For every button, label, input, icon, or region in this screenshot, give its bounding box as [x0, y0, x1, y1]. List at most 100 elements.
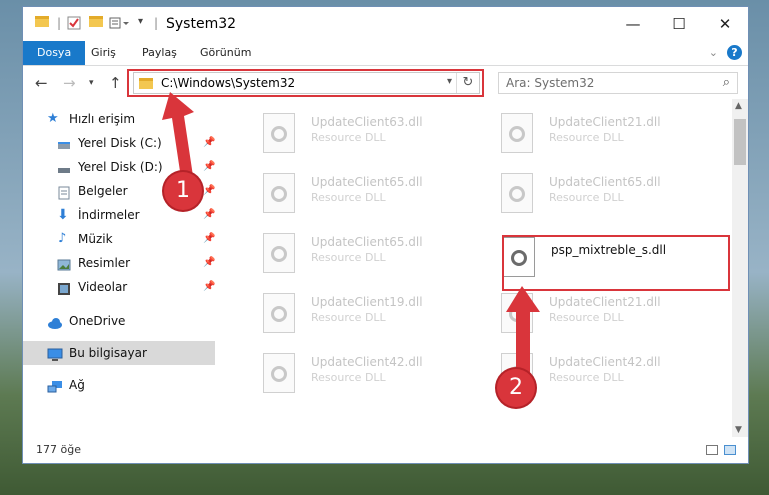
file-item[interactable]: UpdateClient21.dll Resource DLL: [481, 107, 711, 167]
music-icon: ♪: [58, 231, 67, 246]
file-name: UpdateClient21.dll: [549, 295, 661, 309]
file-type: Resource DLL: [311, 311, 386, 324]
network-icon: [47, 378, 62, 393]
search-icon[interactable]: ⌕: [723, 75, 730, 90]
search-input[interactable]: Ara: System32: [506, 76, 594, 90]
step-badge-2: 2: [497, 369, 535, 407]
nav-label: İndirmeler: [78, 208, 140, 222]
nav-label: Müzik: [78, 232, 113, 246]
file-type: Resource DLL: [311, 251, 386, 264]
dll-file-icon: [263, 233, 295, 273]
nav-label: Ağ: [69, 378, 85, 392]
nav-item-ag[interactable]: Ağ: [23, 373, 215, 397]
new-folder-icon[interactable]: [89, 16, 105, 32]
search-box[interactable]: Ara: System32 ⌕: [498, 72, 738, 94]
file-item[interactable]: UpdateClient19.dll Resource DLL: [243, 287, 473, 347]
nav-label: OneDrive: [69, 314, 126, 328]
file-name: UpdateClient65.dll: [549, 175, 661, 189]
drive-icon: [57, 160, 71, 174]
nav-item-videolar[interactable]: Videolar 📌: [23, 275, 215, 299]
file-name: UpdateClient21.dll: [549, 115, 661, 129]
status-bar: 177 öğe: [23, 437, 748, 463]
nav-label: Resimler: [78, 256, 131, 270]
pin-icon[interactable]: 📌: [203, 227, 215, 251]
scroll-thumb[interactable]: [734, 119, 746, 165]
file-type: Resource DLL: [549, 191, 624, 204]
nav-label: Hızlı erişim: [69, 112, 136, 126]
file-type: Resource DLL: [311, 131, 386, 144]
customize-toolbar-icon[interactable]: [109, 16, 129, 32]
help-icon[interactable]: ?: [727, 45, 742, 60]
nav-label: Belgeler: [78, 184, 128, 198]
navigation-bar: ← → ▾ ↑ C:\Windows\System32 ▾ ↻ Ara: Sys…: [23, 65, 748, 99]
step-badge-1: 1: [164, 172, 202, 210]
file-item[interactable]: UpdateClient42.dll Resource DLL: [243, 347, 473, 407]
dll-file-icon: [263, 113, 295, 153]
nav-item-muzik[interactable]: ♪ Müzik 📌: [23, 227, 215, 251]
nav-label: Yerel Disk (C:): [78, 136, 162, 150]
vertical-scrollbar[interactable]: ▲ ▼: [732, 99, 748, 437]
cloud-icon: [47, 314, 62, 329]
properties-icon[interactable]: [67, 16, 83, 32]
tab-gorunum[interactable]: Görünüm: [200, 41, 251, 65]
dll-file-icon: [263, 353, 295, 393]
file-type: Resource DLL: [311, 371, 386, 384]
title-bar: | ▾ | System32 — ☐ ✕: [23, 7, 748, 41]
dll-file-icon: [501, 173, 533, 213]
window-title: System32: [166, 16, 237, 32]
file-type: Resource DLL: [311, 191, 386, 204]
file-item[interactable]: UpdateClient63.dll Resource DLL: [243, 107, 473, 167]
tab-paylas[interactable]: Paylaş: [142, 41, 177, 65]
file-name: UpdateClient42.dll: [311, 355, 423, 369]
nav-item-resimler[interactable]: Resimler 📌: [23, 251, 215, 275]
tab-dosya[interactable]: Dosya: [23, 41, 86, 65]
file-item[interactable]: UpdateClient65.dll Resource DLL: [243, 227, 473, 287]
star-icon: ★: [47, 111, 59, 126]
file-name: UpdateClient19.dll: [311, 295, 423, 309]
pin-icon[interactable]: 📌: [203, 275, 215, 299]
file-name: UpdateClient65.dll: [311, 175, 423, 189]
explorer-window: | ▾ | System32 — ☐ ✕ Dosya Giriş Paylaş …: [22, 6, 749, 464]
file-type: Resource DLL: [549, 131, 624, 144]
nav-label: Yerel Disk (D:): [78, 160, 163, 174]
dll-file-icon: [263, 173, 295, 213]
file-name: UpdateClient65.dll: [311, 235, 423, 249]
scroll-up-icon[interactable]: ▲: [735, 101, 742, 111]
minimize-button[interactable]: —: [610, 7, 656, 41]
computer-icon: [47, 346, 63, 361]
file-item[interactable]: UpdateClient65.dll Resource DLL: [243, 167, 473, 227]
dll-file-icon: [263, 293, 295, 333]
file-highlight-box: [502, 235, 730, 291]
forward-arrow-icon[interactable]: →: [63, 74, 76, 92]
file-name: UpdateClient42.dll: [549, 355, 661, 369]
file-type: Resource DLL: [549, 371, 624, 384]
documents-icon: [57, 184, 71, 200]
nav-label: Bu bilgisayar: [69, 346, 147, 360]
dll-file-icon: [501, 113, 533, 153]
maximize-button[interactable]: ☐: [656, 7, 702, 41]
file-type: Resource DLL: [549, 311, 624, 324]
ribbon-tabs: Dosya Giriş Paylaş Görünüm ⌄ ?: [23, 41, 748, 66]
download-icon: ⬇: [57, 207, 69, 223]
file-item[interactable]: UpdateClient65.dll Resource DLL: [481, 167, 711, 227]
pin-icon[interactable]: 📌: [203, 251, 215, 275]
video-icon: [57, 280, 71, 295]
nav-item-bu-bilgisayar[interactable]: Bu bilgisayar: [23, 341, 215, 365]
file-name: UpdateClient63.dll: [311, 115, 423, 129]
quick-access-dropdown-icon[interactable]: ▾: [138, 16, 154, 32]
details-view-icon[interactable]: [706, 445, 718, 455]
large-icons-view-icon[interactable]: [724, 445, 736, 455]
folder-icon: [35, 16, 51, 32]
scroll-down-icon[interactable]: ▼: [735, 425, 742, 435]
up-arrow-icon[interactable]: ↑: [109, 74, 122, 92]
pictures-icon: [57, 256, 71, 271]
tab-giris[interactable]: Giriş: [91, 41, 116, 65]
nav-label: Videolar: [78, 280, 128, 294]
pin-icon[interactable]: 📌: [203, 203, 215, 227]
close-button[interactable]: ✕: [702, 7, 748, 41]
drive-icon: [57, 136, 71, 150]
expand-ribbon-icon[interactable]: ⌄: [709, 46, 718, 59]
nav-item-onedrive[interactable]: OneDrive: [23, 309, 215, 333]
recent-locations-icon[interactable]: ▾: [89, 78, 94, 88]
back-arrow-icon[interactable]: ←: [35, 74, 48, 92]
